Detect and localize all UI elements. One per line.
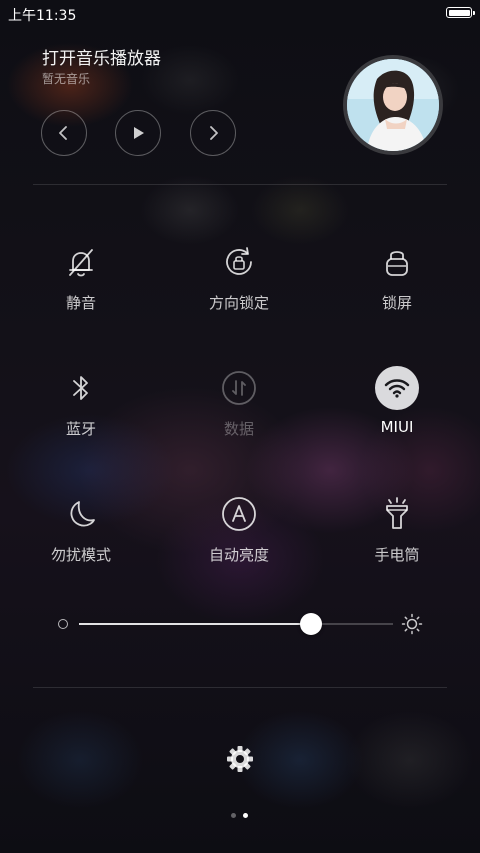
play-icon (134, 127, 144, 139)
brightness-slider-thumb[interactable] (300, 613, 323, 635)
gear-icon (227, 746, 253, 772)
rotation-lock-icon (217, 240, 261, 284)
chevron-right-icon (210, 126, 218, 140)
toggle-do-not-disturb[interactable]: 勿扰模式 (11, 492, 151, 592)
brightness-slider-fill (79, 623, 312, 625)
toggle-bluetooth[interactable]: 蓝牙 (11, 366, 151, 466)
flashlight-icon (375, 492, 419, 536)
toggle-mobile-data[interactable]: 数据 (169, 366, 309, 466)
page-dot-2 (243, 813, 248, 818)
next-track-button[interactable] (190, 110, 236, 156)
toggle-lock-screen-label: 锁屏 (381, 294, 412, 312)
bluetooth-icon (59, 366, 103, 410)
auto-brightness-icon (217, 492, 261, 536)
brightness-high-icon (401, 613, 423, 635)
wifi-icon (375, 366, 419, 410)
toggle-auto-brightness[interactable]: 自动亮度 (169, 492, 309, 592)
music-player-title[interactable]: 打开音乐播放器 (42, 44, 161, 69)
status-bar-time: 上午11:35 (8, 8, 77, 24)
data-arrows-icon (217, 366, 261, 410)
lock-icon (375, 240, 419, 284)
toggle-rotation-lock[interactable]: 方向锁定 (169, 240, 309, 340)
divider-bottom (33, 687, 447, 688)
settings-button[interactable] (222, 741, 258, 777)
toggle-bluetooth-label: 蓝牙 (65, 420, 96, 438)
brightness-low-icon (58, 619, 68, 629)
brightness-slider[interactable] (79, 613, 393, 635)
play-button[interactable] (115, 110, 161, 156)
notification-shade: 上午11:35 打开音乐播放器 暂无音乐 静音 方向锁定 锁屏 蓝牙 数据 MI… (0, 0, 480, 853)
toggle-mobile-data-label: 数据 (223, 420, 254, 438)
moon-icon (59, 492, 103, 536)
music-player-subtitle: 暂无音乐 (42, 72, 91, 86)
toggle-do-not-disturb-label: 勿扰模式 (50, 546, 111, 564)
battery-icon (446, 7, 475, 18)
toggle-wifi-label: MIUI (380, 418, 414, 436)
toggle-rotation-lock-label: 方向锁定 (208, 294, 269, 312)
previous-track-button[interactable] (41, 110, 87, 156)
chevron-left-icon (59, 126, 67, 140)
bell-off-icon (59, 240, 103, 284)
page-dot-1 (231, 813, 236, 818)
toggle-auto-brightness-label: 自动亮度 (208, 546, 269, 564)
toggle-flashlight-label: 手电筒 (374, 546, 420, 564)
album-art[interactable] (343, 55, 443, 155)
toggle-wifi[interactable]: MIUI (327, 366, 467, 466)
divider-top (33, 184, 447, 185)
page-indicator (230, 813, 250, 819)
toggle-flashlight[interactable]: 手电筒 (327, 492, 467, 592)
toggle-mute-label: 静音 (65, 294, 96, 312)
toggle-lock-screen[interactable]: 锁屏 (327, 240, 467, 340)
toggle-mute[interactable]: 静音 (11, 240, 151, 340)
